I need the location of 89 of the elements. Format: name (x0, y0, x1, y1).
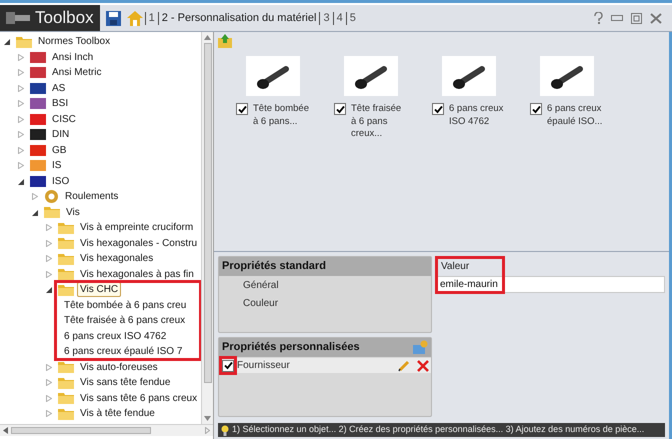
tree-item[interactable]: Ansi Inch (49, 50, 96, 65)
folder-icon (58, 392, 74, 404)
annotation-frame (219, 356, 237, 375)
pencil-icon[interactable] (398, 359, 411, 372)
part-caption: 6 pans creux ISO 4762 (449, 103, 504, 128)
maximize-icon[interactable] (631, 12, 642, 24)
screw-image (442, 56, 496, 96)
step-tab[interactable]: 2 - Personnalisation du matériel (158, 12, 320, 24)
property-item[interactable]: Couleur (219, 295, 431, 312)
tree-item[interactable]: DIN (49, 127, 72, 142)
checkbox[interactable] (432, 103, 444, 115)
tree-item[interactable]: Vis hexagonales à pas fin (77, 266, 197, 282)
add-property-icon[interactable] (412, 340, 428, 355)
screw-image (246, 56, 300, 96)
tree-item[interactable]: Vis CHC (77, 282, 122, 298)
tree-item[interactable]: 6 pans creux ISO 4762 (61, 328, 170, 344)
status-text: 1) Sélectionnez un objet... 2) Créez des propriétés personnalisées... 3) Ajoutez des numéros de pièce... (232, 423, 644, 436)
step-tab[interactable]: 3 (319, 12, 333, 24)
tree-item[interactable]: Vis sans tête 6 pans creux (77, 390, 200, 406)
value-text: emile-maurin (440, 278, 498, 292)
expander-icon[interactable] (46, 286, 52, 294)
tree-item[interactable]: Roulements (62, 189, 122, 204)
step-tab[interactable]: 4 (332, 12, 346, 24)
tree-item[interactable]: AS (49, 80, 68, 96)
folder-icon (58, 376, 74, 389)
panel-title: Propriétés personnalisées (222, 340, 360, 356)
step-tab[interactable]: 1 (144, 12, 158, 24)
folder-icon (58, 237, 74, 250)
value-label: Valeur (441, 260, 470, 274)
minimize-icon[interactable] (611, 15, 623, 21)
save-icon[interactable] (106, 10, 121, 26)
checkbox[interactable] (236, 103, 248, 115)
tree-item[interactable]: Vis hexagonales - Constru (77, 236, 200, 251)
tree-item[interactable]: Vis à tête fendue (77, 406, 158, 422)
folder-icon (58, 252, 74, 265)
bearing-icon (44, 189, 59, 204)
delete-icon[interactable] (417, 360, 429, 372)
part-caption: Tête bombée à 6 pans... (253, 103, 310, 128)
lightbulb-icon (221, 424, 229, 436)
scroll-down-icon[interactable] (204, 416, 211, 421)
expander-icon[interactable] (18, 178, 24, 185)
tree-item[interactable]: Vis sans tête fendue (77, 375, 174, 390)
tree-item[interactable]: BSI (49, 96, 72, 112)
folder-icon (44, 206, 60, 218)
value-field[interactable]: emile-maurin (436, 276, 665, 293)
screw-image (540, 56, 594, 96)
tree-item[interactable]: Vis à empreinte cruciform (77, 220, 196, 236)
horizontal-scrollbar[interactable] (0, 424, 213, 436)
checkbox[interactable] (334, 103, 346, 115)
folder-up-icon[interactable] (218, 34, 232, 48)
folder-icon (58, 268, 74, 280)
tree-item[interactable]: CISC (49, 112, 79, 127)
tree-item[interactable]: Tête fraisée à 6 pans creux (61, 313, 188, 328)
tree-item[interactable]: GB (49, 142, 70, 158)
scroll-right-icon[interactable] (205, 427, 210, 434)
close-icon[interactable] (650, 12, 662, 24)
panel-title: Propriétés standard (222, 259, 326, 274)
tree-item[interactable]: IS (49, 158, 64, 174)
tree-item[interactable]: Tête bombée à 6 pans creu (61, 298, 190, 313)
property-item[interactable]: Général (219, 277, 431, 294)
tree-item[interactable]: Ansi Metric (49, 65, 104, 80)
folder-icon (58, 361, 74, 374)
scroll-left-icon[interactable] (3, 427, 8, 434)
tree-item[interactable]: Vis (63, 204, 83, 220)
folder-icon (58, 284, 74, 296)
checkbox[interactable] (530, 103, 542, 115)
home-icon[interactable] (126, 10, 143, 26)
help-icon[interactable] (594, 12, 603, 24)
property-name: Fournisseur (237, 359, 290, 373)
part-caption: 6 pans creux épaulé ISO... (547, 103, 604, 128)
annotation-frame (435, 256, 505, 294)
property-checkbox[interactable] (222, 360, 234, 372)
tree-item[interactable]: ISO (49, 174, 72, 189)
tree-item[interactable]: Vis auto-foreuses (77, 360, 161, 375)
vertical-scrollbar[interactable] (201, 32, 213, 424)
folder-icon (58, 408, 74, 420)
step-tab[interactable]: 5 (346, 12, 359, 24)
folder-icon (58, 222, 74, 234)
bolt-logo-icon (6, 11, 30, 25)
screw-image (344, 56, 398, 96)
scroll-up-icon[interactable] (204, 35, 211, 40)
tree-item[interactable]: 6 pans creux épaulé ISO 7 (61, 344, 186, 360)
tree-item[interactable]: Vis hexagonales (77, 251, 156, 266)
expander-icon[interactable] (4, 38, 10, 46)
part-caption: Tête fraisée à 6 pans creux... (351, 103, 402, 140)
tree-item[interactable]: Normes Toolbox (35, 34, 114, 50)
app-title: Toolbox (35, 7, 94, 30)
expander-icon[interactable] (32, 208, 38, 216)
folder-icon (16, 36, 32, 48)
